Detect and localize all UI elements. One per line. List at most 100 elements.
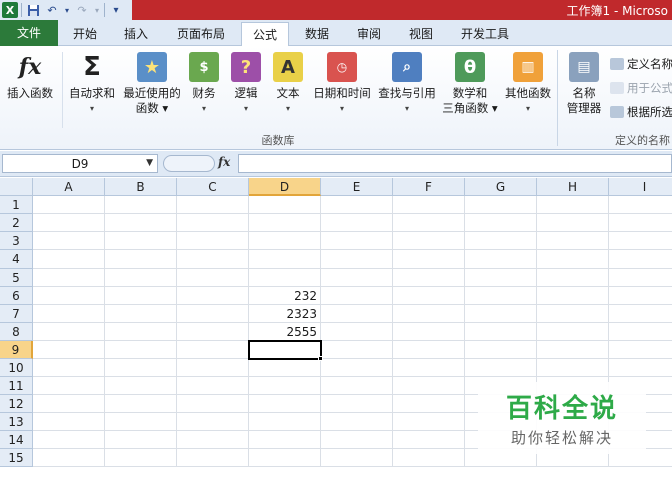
cell-i3[interactable] [609, 232, 672, 250]
cell-e9[interactable] [321, 341, 393, 359]
cell-e1[interactable] [321, 196, 393, 214]
financial-button[interactable]: $ 财务 ▾ [186, 52, 222, 116]
cell-g1[interactable] [465, 196, 537, 214]
row-header-11[interactable]: 11 [0, 377, 33, 395]
cell-b7[interactable] [105, 305, 177, 323]
cell-g2[interactable] [465, 214, 537, 232]
math-trig-button[interactable]: θ 数学和 三角函数 ▾ [440, 52, 500, 116]
cell-d12[interactable] [249, 395, 321, 413]
cell-d7[interactable]: 2323 [249, 305, 321, 323]
row-header-9[interactable]: 9 [0, 341, 33, 359]
cell-f12[interactable] [393, 395, 465, 413]
row-header-7[interactable]: 7 [0, 305, 33, 323]
cell-f13[interactable] [393, 413, 465, 431]
column-header-e[interactable]: E [321, 178, 393, 196]
cell-i2[interactable] [609, 214, 672, 232]
date-time-button[interactable]: ◷ 日期和时间 ▾ [310, 52, 374, 116]
cell-e8[interactable] [321, 323, 393, 341]
use-in-formula-button[interactable]: 用于公式 [610, 80, 672, 96]
tab-review[interactable]: 审阅 [344, 22, 394, 46]
cell-h1[interactable] [537, 196, 609, 214]
cell-c3[interactable] [177, 232, 249, 250]
tab-view[interactable]: 视图 [397, 22, 445, 46]
cell-f6[interactable] [393, 287, 465, 305]
cell-h3[interactable] [537, 232, 609, 250]
row-header-6[interactable]: 6 [0, 287, 33, 305]
cell-d10[interactable] [249, 359, 321, 377]
cell-d2[interactable] [249, 214, 321, 232]
cell-b1[interactable] [105, 196, 177, 214]
cell-e2[interactable] [321, 214, 393, 232]
cell-d9[interactable] [249, 341, 321, 359]
row-header-13[interactable]: 13 [0, 413, 33, 431]
logical-button[interactable]: ? 逻辑 ▾ [228, 52, 264, 116]
cell-c9[interactable] [177, 341, 249, 359]
column-header-g[interactable]: G [465, 178, 537, 196]
cell-d8[interactable]: 2555 [249, 323, 321, 341]
cell-c10[interactable] [177, 359, 249, 377]
select-all-button[interactable] [0, 178, 33, 196]
cell-a9[interactable] [33, 341, 105, 359]
cell-e4[interactable] [321, 250, 393, 269]
customize-icon[interactable]: ▾ [108, 2, 124, 18]
more-functions-button[interactable]: ▥ 其他函数 ▾ [502, 52, 554, 116]
redo-dropdown-icon[interactable]: ▾ [93, 2, 101, 18]
cell-b2[interactable] [105, 214, 177, 232]
cell-c6[interactable] [177, 287, 249, 305]
redo-icon[interactable]: ↷ [74, 2, 90, 18]
cell-b13[interactable] [105, 413, 177, 431]
cell-d5[interactable] [249, 269, 321, 287]
cell-g10[interactable] [465, 359, 537, 377]
cell-a8[interactable] [33, 323, 105, 341]
cell-a5[interactable] [33, 269, 105, 287]
cell-a13[interactable] [33, 413, 105, 431]
cell-g8[interactable] [465, 323, 537, 341]
cell-b4[interactable] [105, 250, 177, 269]
cell-g5[interactable] [465, 269, 537, 287]
column-header-c[interactable]: C [177, 178, 249, 196]
column-header-f[interactable]: F [393, 178, 465, 196]
cell-h10[interactable] [537, 359, 609, 377]
cell-i9[interactable] [609, 341, 672, 359]
cell-b15[interactable] [105, 449, 177, 467]
cell-h7[interactable] [537, 305, 609, 323]
cell-i10[interactable] [609, 359, 672, 377]
cell-i5[interactable] [609, 269, 672, 287]
cell-f2[interactable] [393, 214, 465, 232]
autosum-button[interactable]: Σ 自动求和 ▾ [66, 52, 118, 116]
name-manager-button[interactable]: ▤ 名称 管理器 [562, 52, 606, 116]
define-name-button[interactable]: 定义名称 [610, 56, 672, 72]
cell-f10[interactable] [393, 359, 465, 377]
cell-g6[interactable] [465, 287, 537, 305]
cell-e13[interactable] [321, 413, 393, 431]
column-header-b[interactable]: B [105, 178, 177, 196]
cell-a7[interactable] [33, 305, 105, 323]
tab-developer[interactable]: 开发工具 [450, 22, 520, 46]
cell-h6[interactable] [537, 287, 609, 305]
insert-function-icon[interactable]: fx [218, 155, 230, 169]
recently-used-button[interactable]: ★ 最近使用的 函数 ▾ [120, 52, 184, 116]
cell-c7[interactable] [177, 305, 249, 323]
row-header-5[interactable]: 5 [0, 269, 33, 287]
cell-f3[interactable] [393, 232, 465, 250]
cell-h5[interactable] [537, 269, 609, 287]
cell-e12[interactable] [321, 395, 393, 413]
cell-c13[interactable] [177, 413, 249, 431]
cell-d15[interactable] [249, 449, 321, 467]
column-header-i[interactable]: I [609, 178, 672, 196]
cell-d3[interactable] [249, 232, 321, 250]
cell-d4[interactable] [249, 250, 321, 269]
cell-f11[interactable] [393, 377, 465, 395]
name-box[interactable]: D9 ▼ [2, 154, 158, 173]
cell-a1[interactable] [33, 196, 105, 214]
fill-handle[interactable] [318, 356, 323, 361]
cell-f14[interactable] [393, 431, 465, 449]
cell-c15[interactable] [177, 449, 249, 467]
row-header-15[interactable]: 15 [0, 449, 33, 467]
cell-a15[interactable] [33, 449, 105, 467]
cell-c2[interactable] [177, 214, 249, 232]
tab-home[interactable]: 开始 [62, 22, 108, 46]
formula-input[interactable] [238, 154, 672, 173]
cell-h9[interactable] [537, 341, 609, 359]
cell-g9[interactable] [465, 341, 537, 359]
